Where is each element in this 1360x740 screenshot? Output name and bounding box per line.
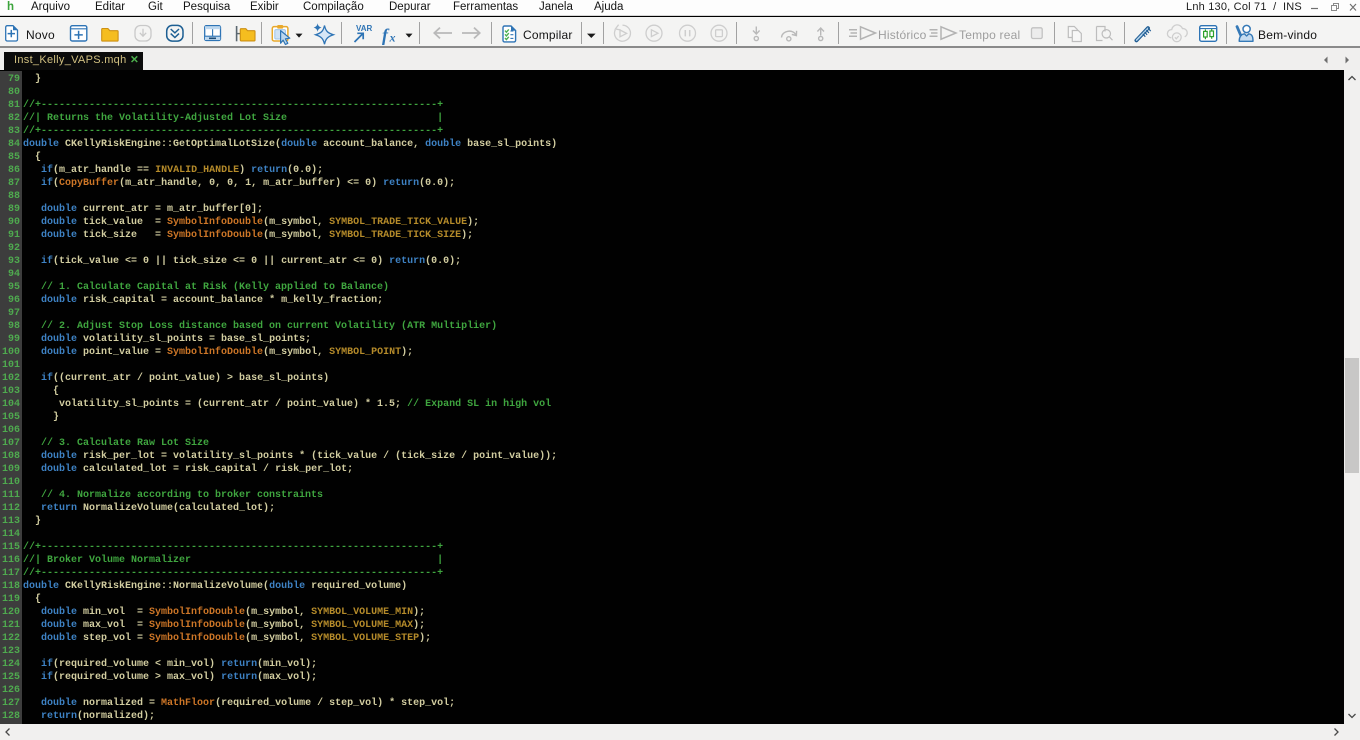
svg-text:VAR: VAR	[356, 24, 373, 33]
svg-text:x: x	[389, 31, 396, 45]
